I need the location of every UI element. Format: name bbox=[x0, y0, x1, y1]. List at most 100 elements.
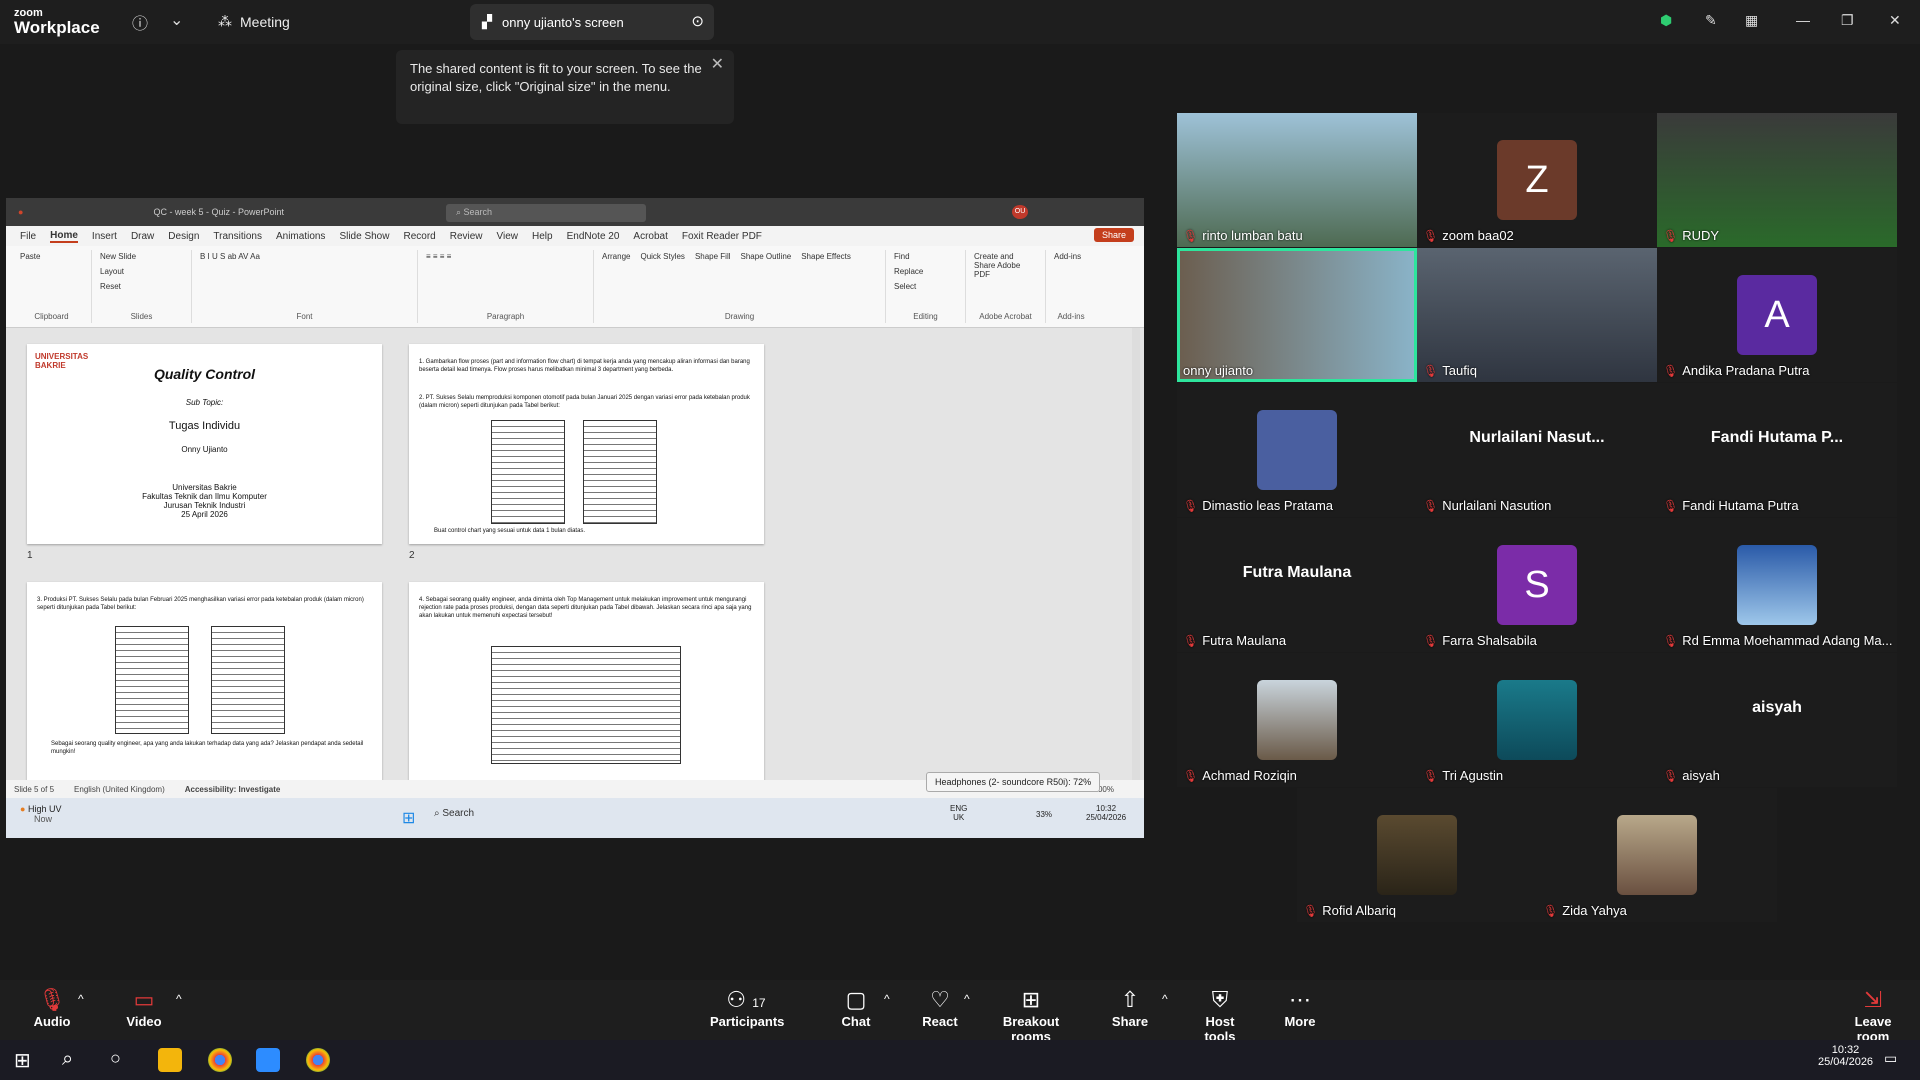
chat-button[interactable]: ▢ Chat bbox=[836, 986, 876, 1029]
layout-button[interactable]: Layout bbox=[100, 267, 183, 276]
search-icon[interactable]: ⌕ bbox=[62, 1048, 73, 1071]
slide-thumbnail-3[interactable]: 3. Produksi PT. Sukses Selalu pada bulan… bbox=[27, 582, 382, 782]
menu-transitions[interactable]: Transitions bbox=[213, 231, 262, 242]
maximize-icon[interactable]: ❐ bbox=[1841, 12, 1854, 29]
tooltip-close-icon[interactable]: ✕ bbox=[711, 56, 724, 74]
inner-clock[interactable]: 10:32 25/04/2026 bbox=[1086, 804, 1126, 822]
participant-tile[interactable]: 🎙 Zida Yahya bbox=[1537, 788, 1777, 922]
host-tools-button[interactable]: ⛨ Host tools bbox=[1190, 986, 1250, 1044]
menu-slideshow[interactable]: Slide Show bbox=[339, 231, 389, 242]
menu-review[interactable]: Review bbox=[450, 231, 483, 242]
audio-options-icon[interactable]: ^ bbox=[78, 992, 84, 1006]
slide-thumbnail-4[interactable]: 4. Sebagai seorang quality engineer, and… bbox=[409, 582, 764, 782]
participant-tile[interactable]: Z 🎙 zoom baa02 bbox=[1417, 113, 1657, 247]
menu-draw[interactable]: Draw bbox=[131, 231, 154, 242]
participant-tile[interactable]: aisyah 🎙 aisyah bbox=[1657, 653, 1897, 787]
leave-room-button[interactable]: ⇲ Leave room bbox=[1838, 986, 1908, 1044]
user-avatar[interactable]: OU bbox=[1012, 205, 1028, 219]
share-button[interactable]: ⇧ Share bbox=[1110, 986, 1150, 1029]
participant-tile[interactable]: Futra Maulana 🎙 Futra Maulana bbox=[1177, 518, 1417, 652]
menu-home[interactable]: Home bbox=[50, 230, 78, 243]
menu-endnote[interactable]: EndNote 20 bbox=[567, 231, 620, 242]
menu-design[interactable]: Design bbox=[168, 231, 199, 242]
video-button[interactable]: ▭ Video bbox=[124, 986, 164, 1029]
new-slide-button[interactable]: New Slide bbox=[100, 252, 183, 261]
addins-button[interactable]: Add-ins bbox=[1054, 252, 1088, 261]
pencil-icon[interactable]: ✎ bbox=[1705, 12, 1717, 29]
participant-tile[interactable]: Fandi Hutama P... 🎙 Fandi Hutama Putra bbox=[1657, 383, 1897, 517]
close-icon[interactable]: ✕ bbox=[1889, 12, 1901, 29]
menu-file[interactable]: File bbox=[20, 231, 36, 242]
paste-button[interactable]: Paste bbox=[20, 252, 83, 261]
slide-thumbnail-1[interactable]: UNIVERSITAS BAKRIE Quality Control Sub T… bbox=[27, 344, 382, 544]
breakout-rooms-button[interactable]: ⊞ Breakout rooms bbox=[986, 986, 1076, 1044]
meeting-button[interactable]: ⁂ Meeting bbox=[218, 13, 290, 30]
shield-icon[interactable]: ⬢ bbox=[1660, 12, 1672, 29]
windows-start-icon[interactable]: ⊞ bbox=[402, 808, 415, 828]
powerpoint-search[interactable]: ⌕ Search bbox=[446, 204, 646, 222]
audio-button[interactable]: 🎙 Audio bbox=[32, 986, 72, 1029]
more-button[interactable]: ⋯ More bbox=[1280, 986, 1320, 1029]
share-options-icon[interactable]: ^ bbox=[1162, 992, 1168, 1006]
find-button[interactable]: Find bbox=[894, 252, 957, 261]
inner-search[interactable]: ⌕ Search bbox=[434, 808, 534, 828]
shape-effects-button[interactable]: Shape Effects bbox=[801, 252, 851, 261]
reset-button[interactable]: Reset bbox=[100, 282, 183, 291]
windows-start-icon[interactable]: ⊞ bbox=[14, 1048, 31, 1073]
participant-tile[interactable]: 🎙 rinto lumban batu bbox=[1177, 113, 1417, 247]
vertical-scrollbar[interactable] bbox=[1132, 328, 1140, 780]
create-pdf-button[interactable]: Create and Share Adobe PDF bbox=[974, 252, 1037, 279]
battery-level[interactable]: 33% bbox=[1036, 810, 1052, 819]
system-clock[interactable]: 10:32 25/04/2026 bbox=[1818, 1044, 1873, 1068]
slide-thumbnail-2[interactable]: 1. Gambarkan flow proses (part and infor… bbox=[409, 344, 764, 544]
file-explorer-icon[interactable] bbox=[158, 1048, 182, 1072]
arrange-button[interactable]: Arrange bbox=[602, 252, 630, 261]
menu-record[interactable]: Record bbox=[403, 231, 435, 242]
more-options-icon[interactable]: ⊙ bbox=[691, 12, 704, 30]
task-view-icon[interactable]: ○ bbox=[110, 1048, 121, 1069]
video-options-icon[interactable]: ^ bbox=[176, 992, 182, 1006]
participant-tile[interactable]: A 🎙 Andika Pradana Putra bbox=[1657, 248, 1897, 382]
chat-options-icon[interactable]: ^ bbox=[884, 992, 890, 1006]
shape-fill-button[interactable]: Shape Fill bbox=[695, 252, 731, 261]
chrome-icon[interactable] bbox=[208, 1048, 232, 1072]
participant-tile[interactable]: 🎙 RUDY bbox=[1657, 113, 1897, 247]
react-options-icon[interactable]: ^ bbox=[964, 992, 970, 1006]
react-button[interactable]: ♡ React bbox=[920, 986, 960, 1029]
accessibility-status[interactable]: Accessibility: Investigate bbox=[185, 785, 281, 794]
participant-tile[interactable]: 🎙 Achmad Roziqin bbox=[1177, 653, 1417, 787]
participant-tile[interactable]: 🎙 Taufiq bbox=[1417, 248, 1657, 382]
menu-help[interactable]: Help bbox=[532, 231, 553, 242]
replace-button[interactable]: Replace bbox=[894, 267, 957, 276]
notification-icon[interactable]: ▭ bbox=[1884, 1050, 1897, 1067]
menu-animations[interactable]: Animations bbox=[276, 231, 325, 242]
menu-insert[interactable]: Insert bbox=[92, 231, 117, 242]
language-status[interactable]: English (United Kingdom) bbox=[74, 785, 165, 794]
language-indicator[interactable]: ENG UK bbox=[950, 804, 967, 822]
weather-widget[interactable]: ● High UV Now bbox=[20, 804, 61, 824]
layout-icon[interactable]: ▦ bbox=[1745, 12, 1758, 29]
zoom-taskbar-icon[interactable] bbox=[256, 1048, 280, 1072]
info-icon[interactable]: ⓘ bbox=[132, 10, 148, 34]
select-button[interactable]: Select bbox=[894, 282, 957, 291]
share-button[interactable]: Share bbox=[1093, 228, 1134, 242]
menu-foxit[interactable]: Foxit Reader PDF bbox=[682, 231, 762, 242]
chevron-down-icon[interactable]: ⌄ bbox=[170, 10, 183, 30]
participant-tile[interactable]: 🎙 Tri Agustin bbox=[1417, 653, 1657, 787]
menu-acrobat[interactable]: Acrobat bbox=[633, 231, 667, 242]
shape-outline-button[interactable]: Shape Outline bbox=[741, 252, 792, 261]
menu-view[interactable]: View bbox=[497, 231, 519, 242]
participant-tile[interactable]: 🎙 Rofid Albariq bbox=[1297, 788, 1537, 922]
font-controls[interactable]: B I U S ab AV Aa bbox=[200, 252, 409, 261]
participant-tile-active[interactable]: onny ujianto bbox=[1177, 248, 1417, 382]
participant-tile[interactable]: 🎙 Dimastio leas Pratama bbox=[1177, 383, 1417, 517]
participant-tile[interactable]: S 🎙 Farra Shalsabila bbox=[1417, 518, 1657, 652]
participant-tile[interactable]: Nurlailani Nasut... 🎙 Nurlailani Nasution bbox=[1417, 383, 1657, 517]
paragraph-controls[interactable]: ≡ ≡ ≡ ≡ bbox=[426, 252, 585, 261]
screen-share-tab[interactable]: ▞ onny ujianto's screen ⊙ bbox=[470, 4, 714, 40]
minimize-icon[interactable]: — bbox=[1796, 12, 1810, 28]
participants-button[interactable]: ⚇ 17 Participants bbox=[710, 986, 784, 1029]
participant-tile[interactable]: 🎙 Rd Emma Moehammad Adang Ma... bbox=[1657, 518, 1897, 652]
quick-styles-button[interactable]: Quick Styles bbox=[640, 252, 684, 261]
chrome-icon[interactable] bbox=[306, 1048, 330, 1072]
